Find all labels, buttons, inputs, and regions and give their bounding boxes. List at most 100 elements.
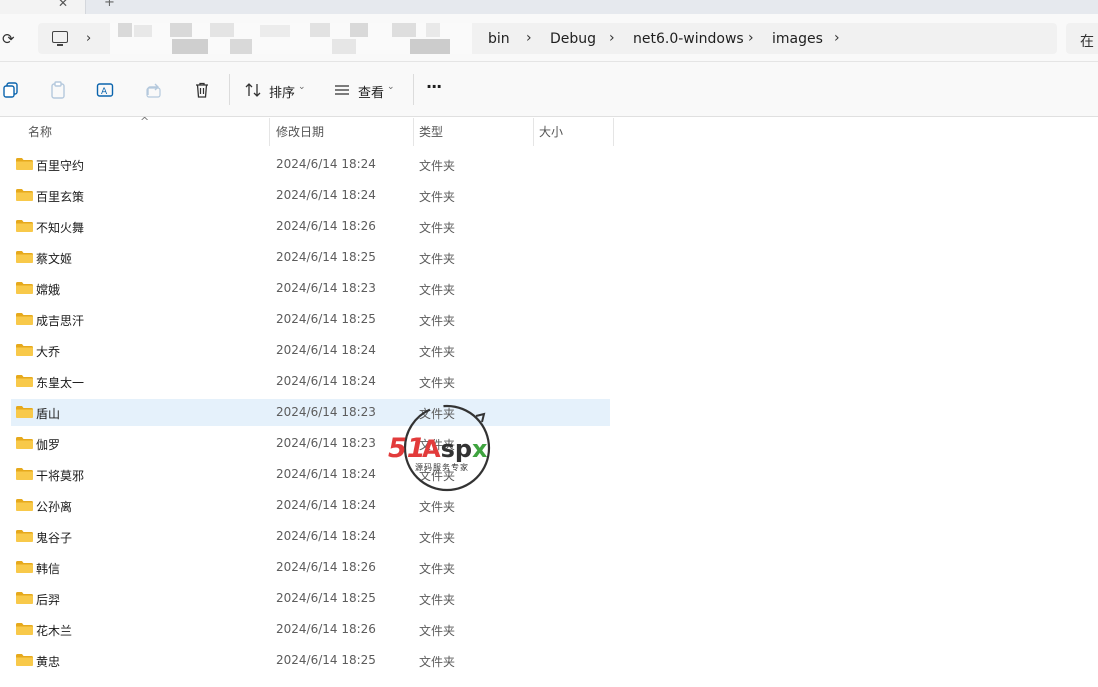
folder-icon <box>16 189 33 201</box>
file-name[interactable]: 花木兰 <box>36 622 72 639</box>
file-row[interactable]: 不知火舞 2024/6/14 18:26 文件夹 <box>11 213 610 240</box>
view-button[interactable]: 查看 <box>358 82 384 101</box>
file-date: 2024/6/14 18:24 <box>276 157 376 171</box>
file-row[interactable]: 韩信 2024/6/14 18:26 文件夹 <box>11 554 610 581</box>
file-row[interactable]: 百里玄策 2024/6/14 18:24 文件夹 <box>11 182 610 209</box>
breadcrumb-chevron-icon[interactable]: › <box>609 30 615 46</box>
file-row[interactable]: 伽罗 2024/6/14 18:23 文件夹 <box>11 430 610 457</box>
file-name[interactable]: 黄忠 <box>36 653 60 670</box>
file-name[interactable]: 成吉思汗 <box>36 312 84 329</box>
file-date: 2024/6/14 18:24 <box>276 498 376 512</box>
view-chevron-down-icon[interactable]: ⌄ <box>387 82 395 92</box>
column-divider[interactable] <box>269 118 270 146</box>
file-row[interactable]: 后羿 2024/6/14 18:25 文件夹 <box>11 585 610 612</box>
file-name[interactable]: 公孙离 <box>36 498 72 515</box>
file-row[interactable]: 鬼谷子 2024/6/14 18:24 文件夹 <box>11 523 610 550</box>
file-row[interactable]: 大乔 2024/6/14 18:24 文件夹 <box>11 337 610 364</box>
folder-icon <box>16 468 33 480</box>
file-date: 2024/6/14 18:23 <box>276 281 376 295</box>
view-icon[interactable] <box>333 81 351 99</box>
file-type: 文件夹 <box>419 376 456 390</box>
file-row[interactable]: 东皇太一 2024/6/14 18:24 文件夹 <box>11 368 610 395</box>
file-type: 文件夹 <box>419 252 456 266</box>
folder-icon <box>16 654 33 666</box>
watermark-slogan: 源码服务专家 <box>415 462 469 472</box>
tab-close-icon[interactable]: ✕ <box>58 0 68 10</box>
file-row[interactable]: 成吉思汗 2024/6/14 18:25 文件夹 <box>11 306 610 333</box>
file-row[interactable]: 蔡文姬 2024/6/14 18:25 文件夹 <box>11 244 610 271</box>
file-row[interactable]: 花木兰 2024/6/14 18:26 文件夹 <box>11 616 610 643</box>
breadcrumb-chevron-icon[interactable]: › <box>86 31 91 46</box>
breadcrumb-chevron-icon[interactable]: › <box>834 30 840 46</box>
file-name[interactable]: 伽罗 <box>36 436 60 453</box>
share-icon[interactable] <box>145 81 163 99</box>
column-date[interactable]: 修改日期 <box>276 123 324 140</box>
file-name[interactable]: 盾山 <box>36 405 60 422</box>
folder-icon <box>16 158 33 170</box>
active-tab[interactable]: ✕ <box>0 0 86 14</box>
breadcrumb-bin[interactable]: bin <box>488 31 510 47</box>
refresh-icon[interactable]: ⟳ <box>2 30 15 48</box>
delete-icon[interactable] <box>193 81 211 99</box>
file-name[interactable]: 嫦娥 <box>36 281 60 298</box>
file-name[interactable]: 百里守约 <box>36 157 84 174</box>
toolbar-divider <box>229 74 230 105</box>
breadcrumb-chevron-icon[interactable]: › <box>526 30 532 46</box>
file-row[interactable]: 公孙离 2024/6/14 18:24 文件夹 <box>11 492 610 519</box>
file-row[interactable]: 干将莫邪 2024/6/14 18:24 文件夹 <box>11 461 610 488</box>
file-row[interactable]: 嫦娥 2024/6/14 18:23 文件夹 <box>11 275 610 302</box>
breadcrumb-chevron-icon[interactable]: › <box>748 30 754 46</box>
file-row[interactable]: 百里守约 2024/6/14 18:24 文件夹 <box>11 151 610 178</box>
file-date: 2024/6/14 18:24 <box>276 343 376 357</box>
file-type: 文件夹 <box>419 624 456 638</box>
file-name[interactable]: 后羿 <box>36 591 60 608</box>
file-date: 2024/6/14 18:24 <box>276 467 376 481</box>
file-date: 2024/6/14 18:24 <box>276 529 376 543</box>
file-row[interactable]: 盾山 2024/6/14 18:23 文件夹 <box>11 399 610 426</box>
column-divider[interactable] <box>533 118 534 146</box>
toolbar-divider <box>413 74 414 105</box>
file-date: 2024/6/14 18:23 <box>276 436 376 450</box>
rename-icon[interactable]: A <box>96 81 114 99</box>
file-type: 文件夹 <box>419 159 456 173</box>
file-date: 2024/6/14 18:25 <box>276 591 376 605</box>
this-pc-icon[interactable] <box>52 31 68 46</box>
file-name[interactable]: 干将莫邪 <box>36 467 84 484</box>
file-name[interactable]: 蔡文姬 <box>36 250 72 267</box>
file-name[interactable]: 韩信 <box>36 560 60 577</box>
file-date: 2024/6/14 18:24 <box>276 374 376 388</box>
file-name[interactable]: 大乔 <box>36 343 60 360</box>
file-name[interactable]: 东皇太一 <box>36 374 84 391</box>
breadcrumb-net6[interactable]: net6.0-windows <box>633 31 744 47</box>
breadcrumb-debug[interactable]: Debug <box>550 31 596 47</box>
file-type: 文件夹 <box>419 345 456 359</box>
more-options-icon[interactable]: ··· <box>426 77 442 96</box>
watermark-brand-text: Aspx <box>422 435 488 463</box>
file-type: 文件夹 <box>419 283 456 297</box>
column-size[interactable]: 大小 <box>539 123 563 140</box>
paste-icon[interactable] <box>49 81 67 99</box>
sort-chevron-down-icon[interactable]: ⌄ <box>298 82 306 92</box>
file-type: 文件夹 <box>419 655 456 669</box>
file-type: 文件夹 <box>419 190 456 204</box>
copy-icon[interactable] <box>2 81 20 99</box>
column-type[interactable]: 类型 <box>419 123 443 140</box>
sort-button[interactable]: 排序 <box>269 82 295 101</box>
file-type: 文件夹 <box>419 500 456 514</box>
sort-icon[interactable] <box>244 81 262 99</box>
file-row[interactable]: 黄忠 2024/6/14 18:25 文件夹 <box>11 647 610 674</box>
watermark-logo: 51 Aspx 源码服务专家 <box>388 404 491 492</box>
column-name[interactable]: 名称 <box>28 123 52 140</box>
file-name[interactable]: 鬼谷子 <box>36 529 72 546</box>
column-divider[interactable] <box>613 118 614 146</box>
search-placeholder: 在 <box>1080 34 1094 50</box>
file-date: 2024/6/14 18:26 <box>276 560 376 574</box>
folder-icon <box>16 344 33 356</box>
new-tab-icon[interactable]: + <box>104 0 115 10</box>
breadcrumb-images[interactable]: images <box>772 31 823 47</box>
sort-ascending-icon: ^ <box>140 115 150 128</box>
column-divider[interactable] <box>413 118 414 146</box>
file-name[interactable]: 百里玄策 <box>36 188 84 205</box>
file-name[interactable]: 不知火舞 <box>36 219 84 236</box>
svg-text:A: A <box>101 87 108 97</box>
